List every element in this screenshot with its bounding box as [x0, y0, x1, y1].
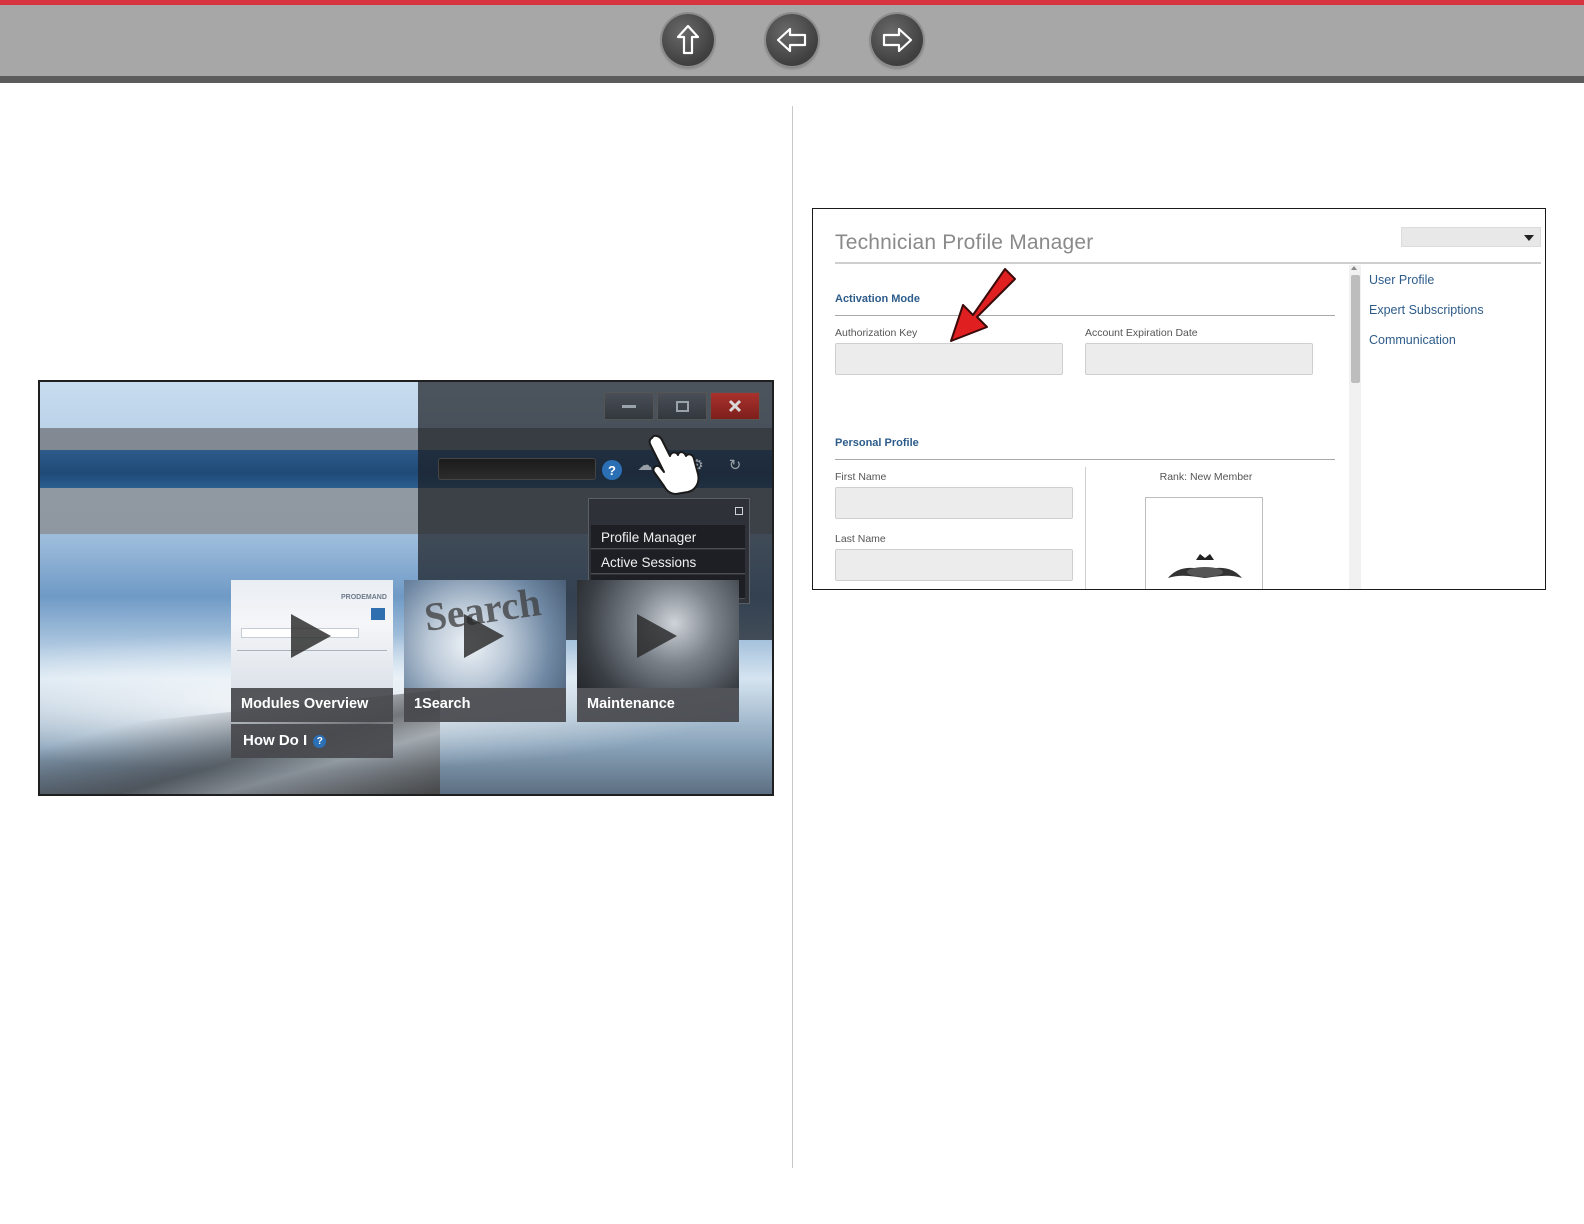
- menu-item-profile-manager[interactable]: Profile Manager: [591, 525, 745, 549]
- logout-icon[interactable]: ↻: [722, 456, 748, 474]
- minimize-button[interactable]: [604, 392, 654, 420]
- authorization-key-label: Authorization Key: [835, 327, 918, 339]
- top-bar-bottom-line: [0, 76, 1584, 83]
- last-name-label: Last Name: [835, 533, 886, 545]
- play-icon: [291, 614, 331, 658]
- close-button[interactable]: [710, 392, 760, 420]
- account-expiration-date-label: Account Expiration Date: [1085, 327, 1198, 339]
- how-do-i-label: How Do I: [243, 732, 308, 749]
- menu-item-active-sessions[interactable]: Active Sessions: [591, 550, 745, 574]
- thumbnail-search-icon: [371, 608, 385, 620]
- close-icon: [728, 399, 742, 413]
- tile-label-1search[interactable]: 1Search: [404, 688, 566, 722]
- maximize-button[interactable]: [657, 392, 707, 420]
- help-icon[interactable]: ?: [602, 460, 622, 480]
- side-link-communication[interactable]: Communication: [1369, 333, 1456, 347]
- tile-1search[interactable]: Search: [404, 580, 566, 690]
- menu-restore-icon[interactable]: [735, 507, 743, 515]
- page-title: Technician Profile Manager: [835, 231, 1094, 254]
- top-accent-line: [0, 0, 1584, 5]
- side-link-expert-subscriptions[interactable]: Expert Subscriptions: [1369, 303, 1484, 317]
- launcher-screenshot: ? ☁ ⚙ ↻ Profile Manager Active Sessions …: [38, 380, 774, 796]
- rank-badge-emblem-icon: [1168, 554, 1242, 578]
- authorization-key-input[interactable]: [835, 343, 1063, 375]
- callout-arrow-icon: [950, 268, 1016, 342]
- section-divider: [835, 459, 1335, 460]
- play-icon: [637, 614, 677, 658]
- rank-label: Rank: New Member: [1159, 471, 1253, 483]
- tile-label-maintenance[interactable]: Maintenance: [577, 688, 739, 722]
- maximize-icon: [675, 400, 689, 412]
- tile-modules-overview[interactable]: PRODEMAND: [231, 580, 393, 690]
- play-icon: [464, 614, 504, 658]
- forward-button[interactable]: [871, 14, 923, 66]
- up-button[interactable]: [662, 14, 714, 66]
- tile-label-modules-overview[interactable]: Modules Overview: [231, 688, 393, 722]
- top-navigation-bar: [0, 0, 1584, 83]
- account-expiration-date-input[interactable]: [1085, 343, 1313, 375]
- side-link-user-profile[interactable]: User Profile: [1369, 273, 1434, 287]
- thumbnail-logo-text: PRODEMAND: [341, 594, 387, 601]
- right-arrow-icon: [882, 27, 913, 53]
- hand-pointer-icon: [648, 434, 700, 495]
- minimize-icon: [622, 404, 636, 408]
- profile-manager-screenshot: Technician Profile Manager Activation Mo…: [812, 208, 1546, 590]
- help-icon: ?: [313, 735, 327, 748]
- back-button[interactable]: [766, 14, 818, 66]
- title-divider: [835, 262, 1541, 264]
- scrollbar-thumb[interactable]: [1351, 275, 1360, 383]
- up-arrow-icon: [676, 24, 700, 55]
- how-do-i-button[interactable]: How Do I ?: [231, 724, 393, 758]
- scroll-up-icon[interactable]: [1351, 266, 1357, 270]
- section-title-activation-mode: Activation Mode: [835, 293, 920, 305]
- left-arrow-icon: [776, 27, 807, 53]
- help-icon-glyph: ?: [608, 462, 616, 478]
- section-title-personal-profile: Personal Profile: [835, 437, 919, 449]
- profile-select[interactable]: [1401, 227, 1541, 247]
- section-divider: [835, 315, 1335, 316]
- tile-maintenance[interactable]: [577, 580, 739, 690]
- chevron-down-icon: [1524, 235, 1534, 241]
- first-name-label: First Name: [835, 471, 887, 483]
- column-divider: [792, 106, 793, 1168]
- search-input[interactable]: [438, 458, 596, 480]
- last-name-input[interactable]: [835, 549, 1073, 581]
- rank-badge: [1145, 497, 1263, 589]
- first-name-input[interactable]: [835, 487, 1073, 519]
- profile-column-divider: [1085, 467, 1086, 589]
